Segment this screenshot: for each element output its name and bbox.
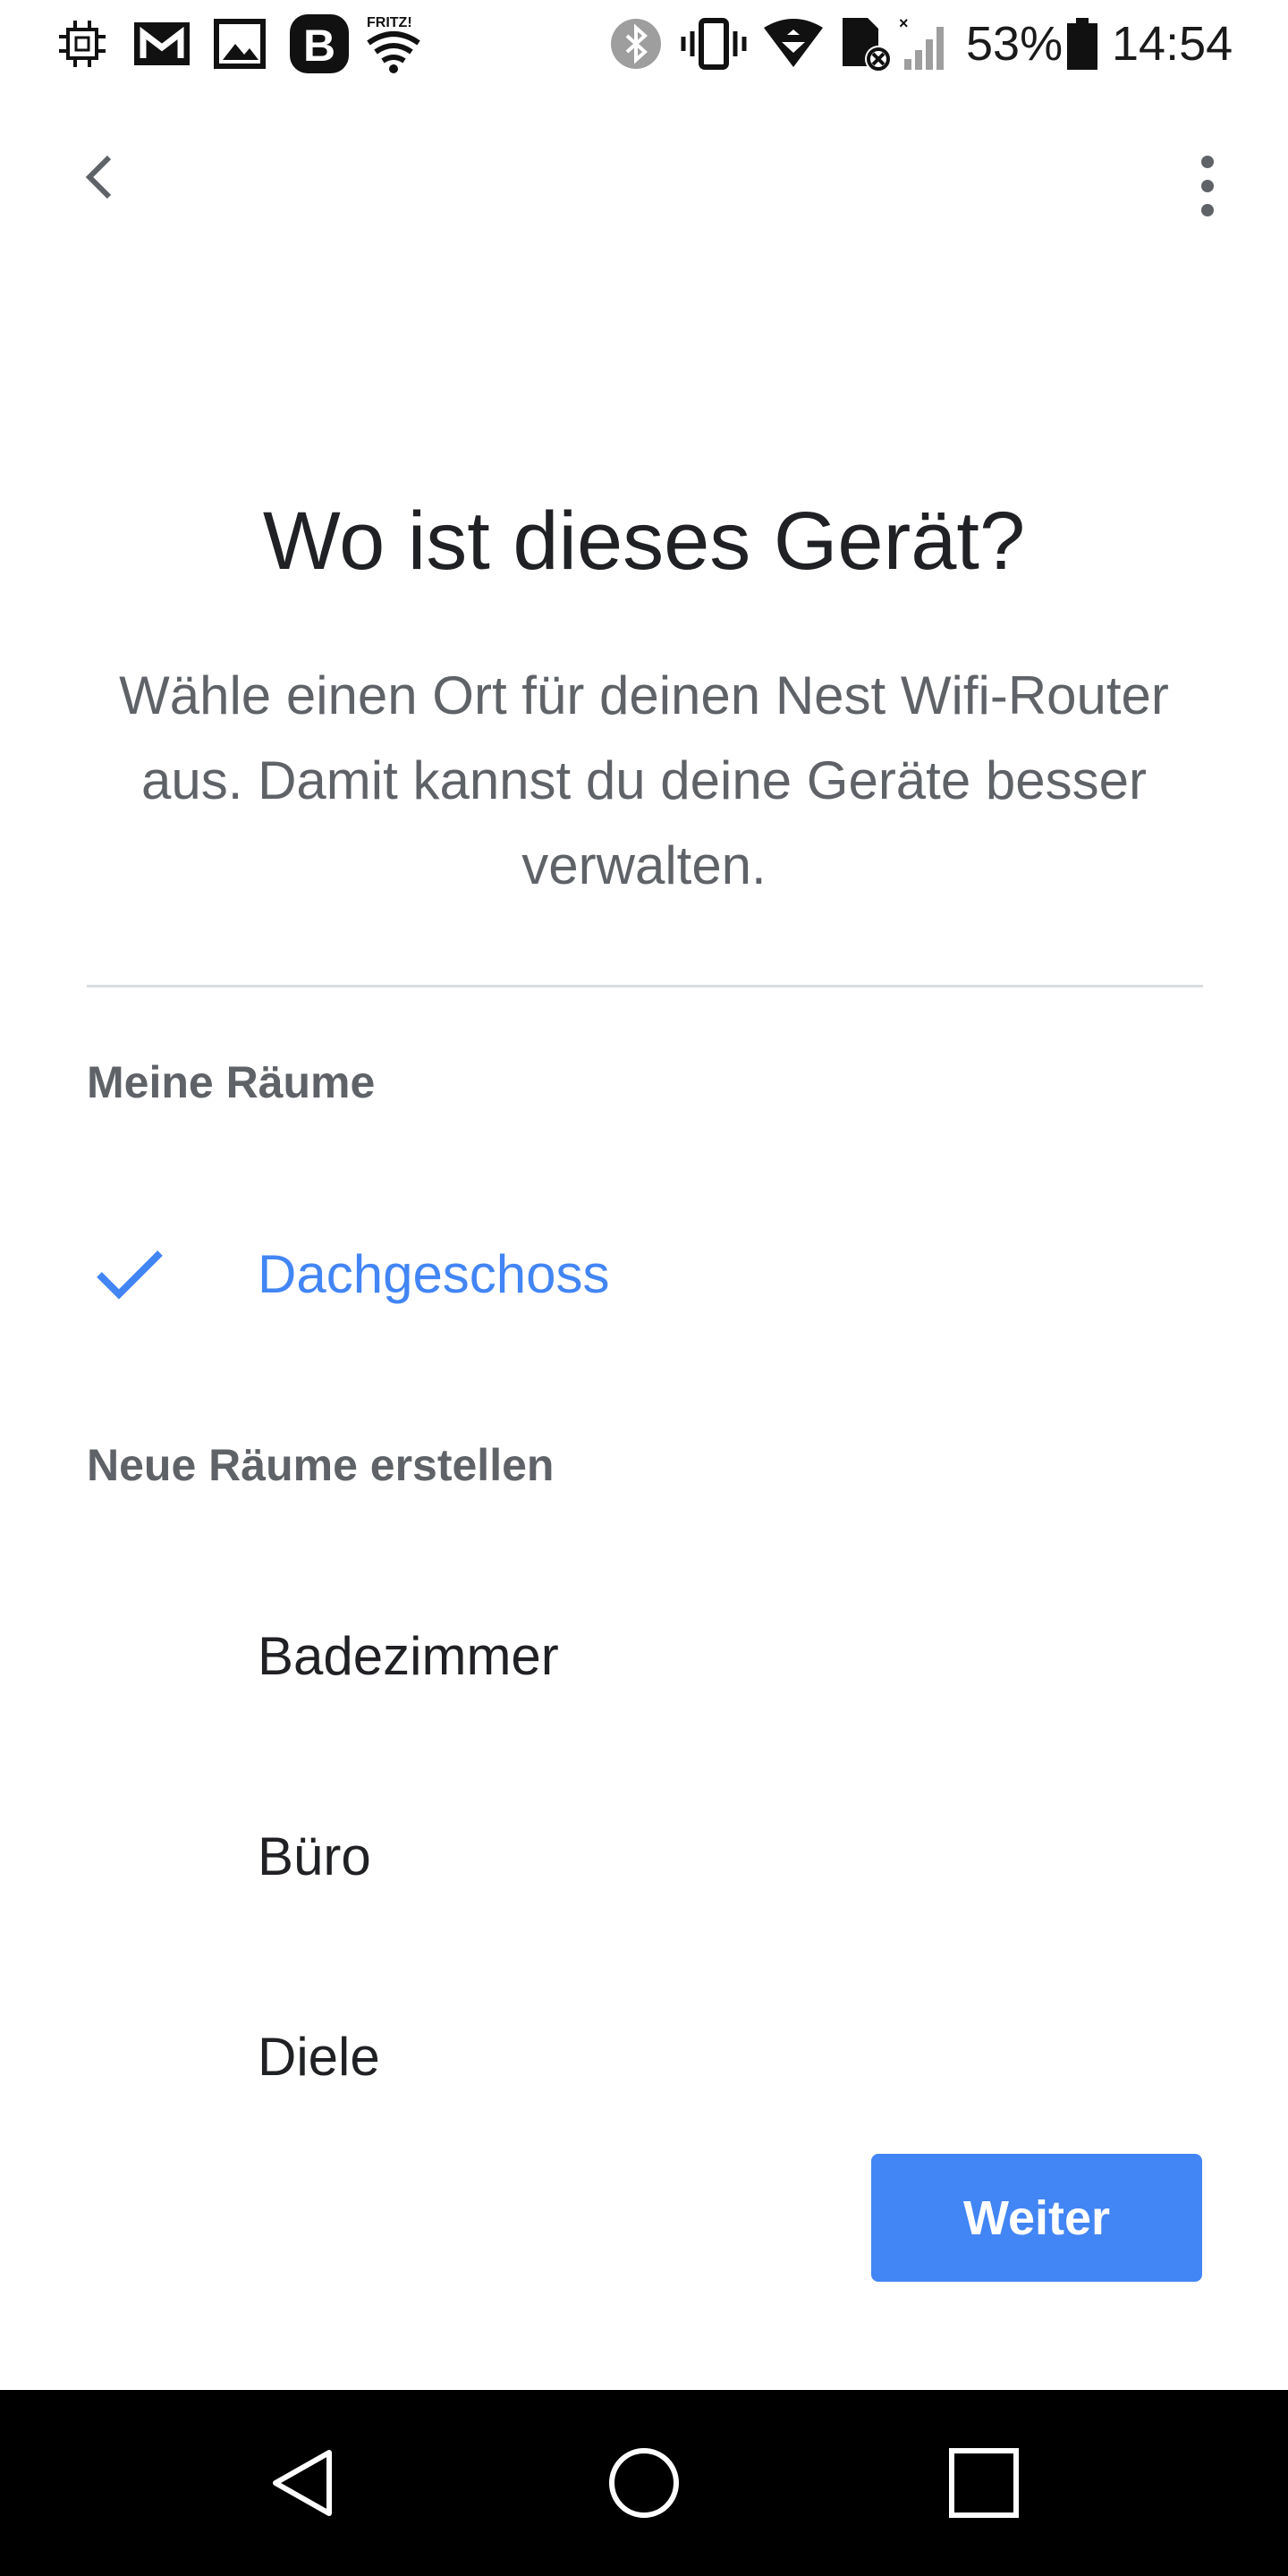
page-title: Wo ist dieses Gerät? (262, 496, 1026, 587)
cpu-icon (55, 13, 109, 75)
status-bar: B FRITZ! × 53% 14:54 (0, 0, 1288, 89)
section-label-new-rooms: Neue Räume erstellen (87, 1440, 555, 1490)
room-item-dachgeschoss[interactable]: Dachgeschoss (0, 1185, 1288, 1364)
bluetooth-icon (608, 13, 664, 75)
next-button[interactable]: Weiter (871, 2154, 1202, 2282)
fritz-wifi-icon: FRITZ! (361, 13, 433, 75)
section-label-my-rooms: Meine Räume (87, 1057, 376, 1107)
back-button[interactable] (63, 143, 134, 215)
checkmark-icon (94, 1239, 165, 1310)
battery-icon (1064, 13, 1100, 75)
room-label: Büro (258, 1826, 371, 1886)
wifi-icon (762, 13, 825, 75)
room-item-badezimmer[interactable]: Badezimmer (0, 1567, 1288, 1746)
room-label: Dachgeschoss (258, 1244, 610, 1304)
navigation-bar (0, 2390, 1288, 2576)
more-options-button[interactable] (1172, 143, 1243, 233)
chevron-left-icon (80, 152, 116, 207)
back-triangle-icon[interactable] (250, 2429, 358, 2537)
svg-text:×: × (899, 14, 909, 32)
home-circle-icon[interactable] (590, 2429, 698, 2537)
more-vert-icon (1199, 155, 1216, 222)
gmail-icon (131, 13, 193, 75)
room-item-buero[interactable]: Büro (0, 1767, 1288, 1946)
signal-icon: × (898, 13, 953, 75)
page-subtitle: Wähle einen Ort für deinen Nest Wifi-Rou… (119, 665, 1169, 895)
b-app-icon: B (286, 13, 352, 75)
svg-text:B: B (303, 21, 335, 71)
battery-percent: 53% (966, 17, 1063, 71)
gallery-icon (211, 13, 268, 75)
recents-square-icon[interactable] (930, 2429, 1038, 2537)
room-item-diele[interactable]: Diele (0, 1968, 1288, 2147)
clock: 14:54 (1112, 17, 1233, 71)
divider (87, 985, 1203, 987)
fritz-label: FRITZ! (367, 15, 412, 30)
room-label: Diele (258, 2027, 380, 2087)
no-sim-icon (839, 13, 894, 75)
vibrate-icon (680, 13, 748, 75)
room-label: Badezimmer (258, 1626, 559, 1686)
